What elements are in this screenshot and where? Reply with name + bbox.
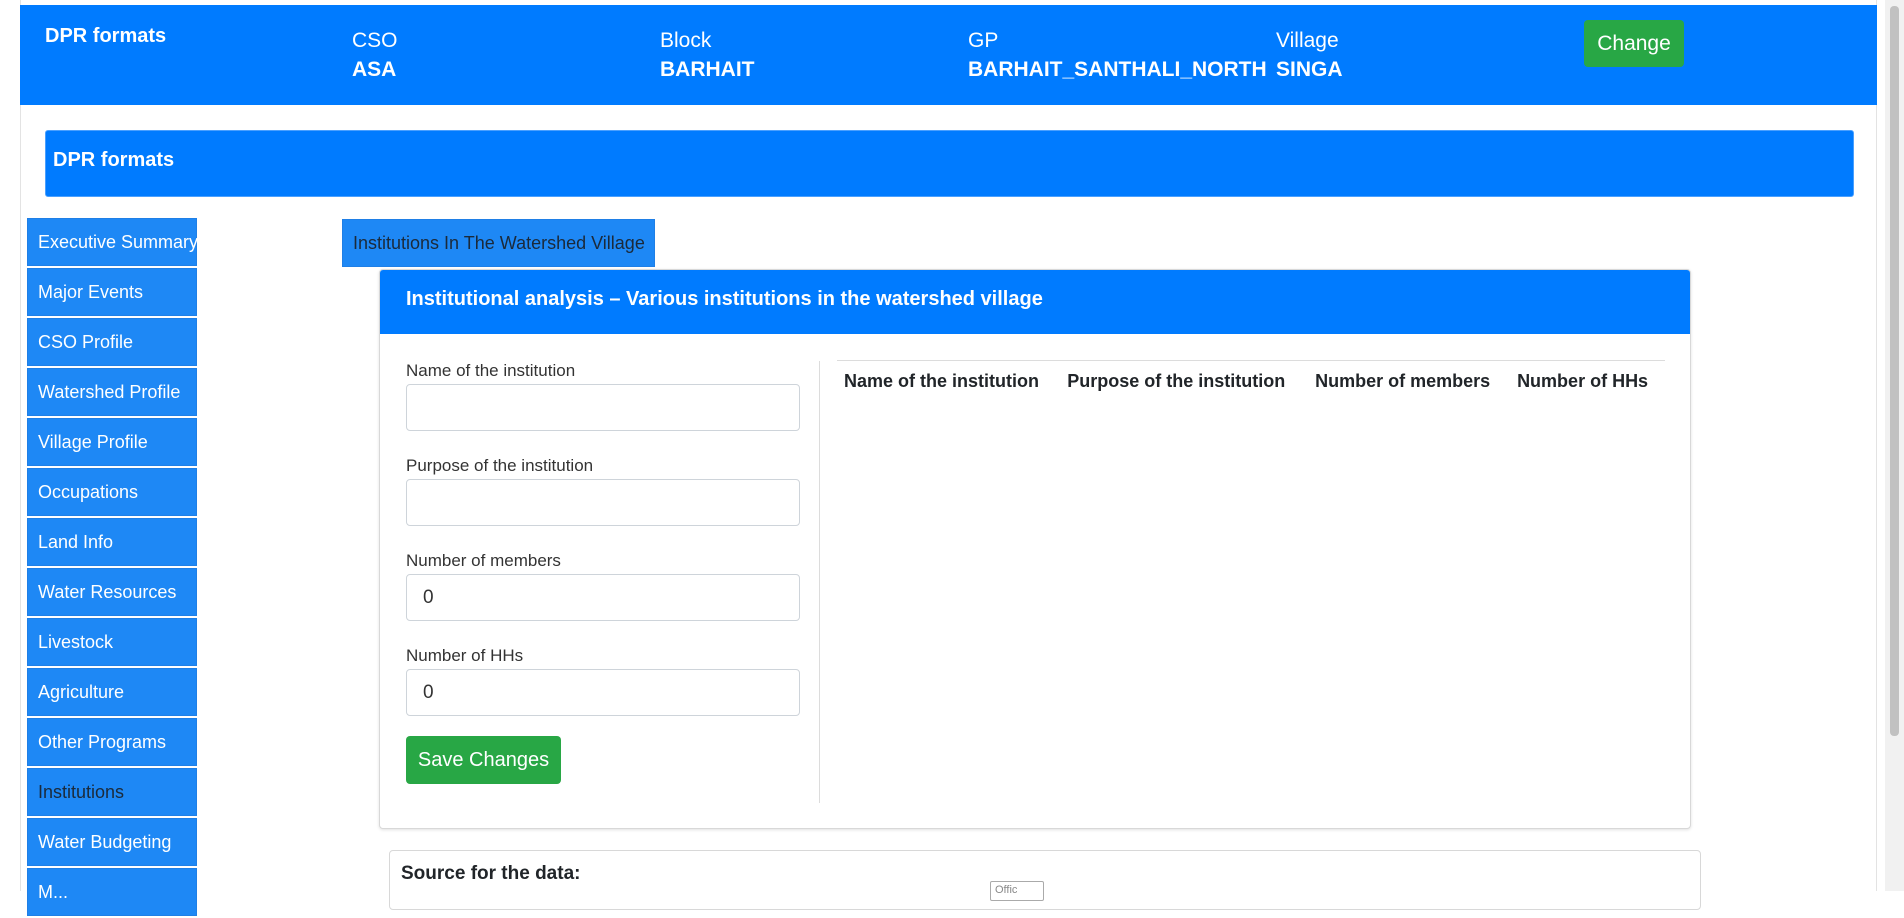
sidebar: Executive Summary Major Events CSO Profi… — [27, 218, 198, 918]
village-field: Village SINGA — [1276, 27, 1343, 85]
cso-label: CSO — [352, 29, 398, 52]
column-header-hhs: Number of HHs — [1517, 371, 1649, 391]
section-header: DPR formats — [45, 130, 1854, 197]
members-count-input[interactable] — [406, 574, 800, 621]
sidebar-item-watershed-profile[interactable]: Watershed Profile — [27, 368, 197, 416]
sidebar-item-water-budgeting[interactable]: Water Budgeting — [27, 818, 197, 866]
sidebar-item-cso-profile[interactable]: CSO Profile — [27, 318, 197, 366]
page-scrollbar[interactable] — [1885, 0, 1904, 891]
institution-form: Name of the institution Purpose of the i… — [406, 360, 800, 784]
sidebar-item-institutions[interactable]: Institutions — [27, 768, 197, 816]
block-value: BARHAIT — [660, 58, 755, 81]
village-value: SINGA — [1276, 58, 1343, 81]
brand-title: DPR formats — [45, 25, 167, 47]
sidebar-item-land-info[interactable]: Land Info — [27, 518, 197, 566]
cso-value: ASA — [352, 58, 397, 81]
sidebar-item-water-resources[interactable]: Water Resources — [27, 568, 197, 616]
gp-value: BARHAIT_SANTHALI_NORTH — [968, 58, 1267, 81]
scrollbar-thumb[interactable] — [1890, 6, 1899, 736]
table-header-row: Name of the institution Purpose of the i… — [837, 361, 1665, 402]
gp-label: GP — [968, 29, 999, 52]
column-divider — [819, 361, 820, 803]
sidebar-item-livestock[interactable]: Livestock — [27, 618, 197, 666]
institution-purpose-input[interactable] — [406, 479, 800, 526]
gp-field: GP BARHAIT_SANTHALI_NORTH — [968, 27, 1267, 85]
column-header-purpose: Purpose of the institution — [1067, 371, 1286, 391]
institutions-table: Name of the institution Purpose of the i… — [837, 360, 1665, 402]
sidebar-item-executive-summary[interactable]: Executive Summary — [27, 218, 198, 266]
institution-card: Institutional analysis – Various institu… — [379, 269, 1691, 829]
hhs-count-input[interactable] — [406, 669, 800, 716]
cso-field: CSO ASA — [352, 27, 398, 85]
hhs-count-label: Number of HHs — [406, 646, 524, 665]
tab-institutions-in-watershed-village[interactable]: Institutions In The Watershed Village — [342, 219, 655, 267]
institution-purpose-label: Purpose of the institution — [406, 456, 594, 475]
sidebar-item-agriculture[interactable]: Agriculture — [27, 668, 197, 716]
top-header: DPR formats CSO ASA Block BARHAIT GP BAR… — [20, 5, 1877, 105]
block-field: Block BARHAIT — [660, 27, 755, 85]
sidebar-item-other-programs[interactable]: Other Programs — [27, 718, 197, 766]
sidebar-item-major-events[interactable]: Major Events — [27, 268, 197, 316]
sidebar-item-occupations[interactable]: Occupations — [27, 468, 197, 516]
block-label: Block — [660, 29, 712, 52]
source-mini-field[interactable]: Offic — [990, 881, 1044, 901]
members-count-label: Number of members — [406, 551, 561, 570]
section-title: DPR formats — [53, 149, 175, 171]
card-header: Institutional analysis – Various institu… — [380, 270, 1690, 334]
source-title: Source for the data: — [401, 863, 581, 884]
column-header-members: Number of members — [1315, 371, 1491, 391]
institution-name-label: Name of the institution — [406, 361, 576, 380]
card-title: Institutional analysis – Various institu… — [406, 288, 1043, 310]
village-label: Village — [1276, 29, 1339, 52]
sidebar-item-more[interactable]: M... — [27, 868, 197, 916]
change-button[interactable]: Change — [1584, 20, 1684, 67]
sidebar-item-village-profile[interactable]: Village Profile — [27, 418, 197, 466]
institution-name-input[interactable] — [406, 384, 800, 431]
source-card: Source for the data: Offic — [389, 850, 1701, 910]
save-changes-button[interactable]: Save Changes — [406, 736, 561, 784]
column-header-name: Name of the institution — [844, 371, 1039, 391]
